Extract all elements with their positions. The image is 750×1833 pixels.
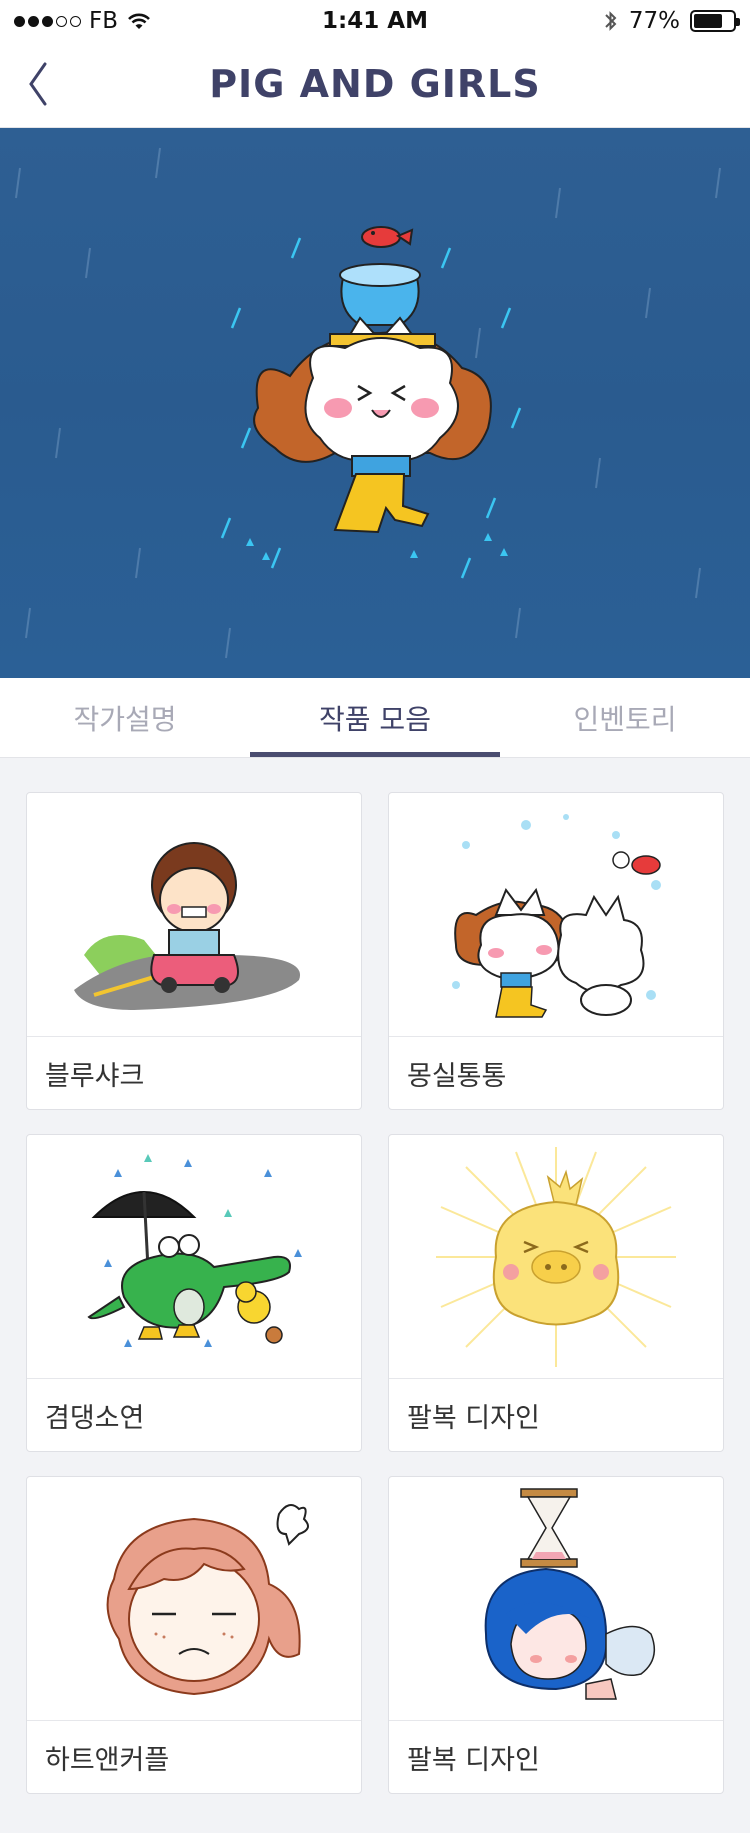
girl-driving-car-image [74, 841, 301, 1010]
nav-bar: PIG AND GIRLS [0, 40, 750, 128]
work-thumbnail [27, 1477, 361, 1721]
tab-works[interactable]: 작품 모음 [250, 678, 500, 757]
work-title: 블루샤크 [45, 1061, 145, 1092]
frowning-girl-ponytail-image [106, 1503, 309, 1695]
tab-artist-info[interactable]: 작가설명 [0, 678, 250, 757]
work-title: 몽실통통 [407, 1061, 507, 1092]
glowing-yellow-pig-image [436, 1146, 676, 1367]
crocodile-umbrella-duck-image [87, 1153, 302, 1347]
status-bar: FB 1:41 AM 77% [0, 0, 750, 40]
bluetooth-icon [605, 11, 617, 31]
tab-bar: 작가설명 작품 모음 인벤토리 [0, 678, 750, 758]
work-card[interactable]: 하트앤커플 [26, 1476, 362, 1794]
battery-fill [694, 14, 723, 28]
tab-inventory[interactable]: 인벤토리 [500, 678, 750, 757]
work-card[interactable]: 팔복 디자인 [388, 1134, 724, 1452]
blue-hair-girl-hourglass-image [484, 1487, 656, 1700]
works-grid: 블루샤크 몽실통통 겸댕소연 팔복 디자인 하트앤커플 팔복 디자인 [26, 792, 724, 1794]
work-card[interactable]: 블루샤크 [26, 792, 362, 1110]
work-thumbnail [389, 1135, 723, 1379]
battery-percent: 77% [628, 8, 680, 34]
work-title: 하트앤커플 [45, 1745, 170, 1776]
work-thumbnail [389, 1477, 723, 1721]
fluffy-cats-snow-image [452, 813, 661, 1018]
work-card[interactable]: 겸댕소연 [26, 1134, 362, 1452]
work-thumbnail [389, 793, 723, 1037]
work-title: 팔복 디자인 [407, 1403, 540, 1434]
work-card[interactable]: 몽실통통 [388, 792, 724, 1110]
status-right: 77% [603, 8, 740, 34]
hero-illustration [15, 147, 721, 659]
battery-icon [690, 10, 740, 32]
hero-banner [0, 128, 750, 678]
work-thumbnail [27, 1135, 361, 1379]
work-card[interactable]: 팔복 디자인 [388, 1476, 724, 1794]
work-title: 겸댕소연 [45, 1403, 145, 1434]
work-thumbnail [27, 793, 361, 1037]
work-title: 팔복 디자인 [407, 1745, 540, 1776]
page-title: PIG AND GIRLS [209, 62, 541, 106]
